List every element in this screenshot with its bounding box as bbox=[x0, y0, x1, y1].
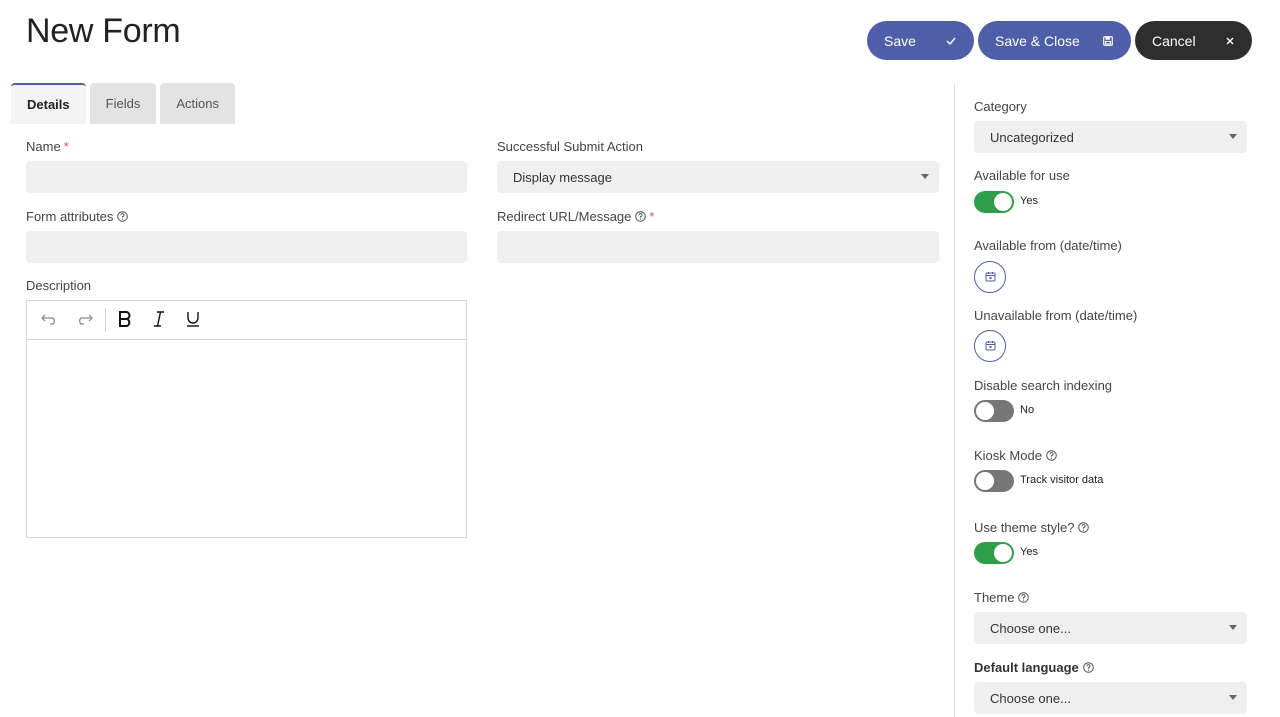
italic-icon bbox=[153, 310, 165, 330]
theme-value: Choose one... bbox=[990, 620, 1071, 636]
default-language-value: Choose one... bbox=[990, 690, 1071, 706]
submit-action-select[interactable]: Display message bbox=[497, 161, 939, 193]
calendar-icon bbox=[985, 339, 996, 354]
check-icon bbox=[946, 37, 956, 45]
floppy-disk-icon bbox=[1103, 35, 1113, 46]
save-button[interactable]: Save bbox=[867, 21, 974, 60]
form-attributes-label-text: Form attributes bbox=[26, 209, 114, 224]
bold-icon bbox=[118, 310, 132, 330]
underline-button[interactable] bbox=[178, 305, 208, 335]
theme-select[interactable]: Choose one... bbox=[974, 612, 1247, 644]
editor-content-area[interactable] bbox=[27, 340, 466, 537]
toggle-knob bbox=[994, 193, 1012, 211]
redirect-label-text: Redirect URL/Message bbox=[497, 209, 632, 224]
theme-style-label-text: Use theme style? bbox=[974, 520, 1075, 535]
kiosk-toggle[interactable] bbox=[974, 470, 1014, 492]
chevron-down-icon bbox=[921, 174, 929, 179]
name-label: Name * bbox=[26, 139, 69, 154]
tab-actions-label: Actions bbox=[176, 96, 219, 111]
italic-button[interactable] bbox=[144, 305, 174, 335]
disable-search-label: Disable search indexing bbox=[974, 378, 1113, 393]
calendar-icon bbox=[985, 270, 996, 285]
unavailable-from-label: Unavailable from (date/time) bbox=[974, 308, 1138, 323]
chevron-down-icon bbox=[1229, 695, 1237, 700]
toggle-knob bbox=[976, 402, 994, 420]
help-icon[interactable] bbox=[1082, 662, 1094, 673]
available-toggle[interactable] bbox=[974, 191, 1014, 213]
save-button-label: Save bbox=[884, 32, 916, 49]
available-state: Yes bbox=[1020, 195, 1038, 207]
help-icon[interactable] bbox=[117, 211, 129, 222]
default-language-select[interactable]: Choose one... bbox=[974, 682, 1247, 714]
chevron-down-icon bbox=[1229, 625, 1237, 630]
submit-action-label: Successful Submit Action bbox=[497, 139, 643, 154]
default-language-label-text: Default language bbox=[974, 660, 1079, 675]
toggle-knob bbox=[976, 472, 994, 490]
bold-button[interactable] bbox=[110, 305, 140, 335]
unavailable-from-calendar-button[interactable] bbox=[974, 330, 1006, 362]
tab-fields-label: Fields bbox=[105, 96, 141, 111]
disable-search-state: No bbox=[1020, 404, 1035, 416]
page-title: New Form bbox=[26, 12, 181, 50]
category-label: Category bbox=[974, 99, 1027, 114]
submit-action-value: Display message bbox=[513, 169, 612, 185]
cancel-button-label: Cancel bbox=[1152, 32, 1196, 49]
undo-button[interactable] bbox=[35, 305, 65, 335]
required-marker: * bbox=[649, 209, 655, 224]
theme-style-label: Use theme style? bbox=[974, 520, 1090, 535]
cancel-button[interactable]: Cancel bbox=[1135, 21, 1252, 60]
help-icon[interactable] bbox=[635, 211, 647, 222]
close-icon bbox=[1226, 37, 1234, 45]
tab-fields[interactable]: Fields bbox=[89, 83, 157, 124]
kiosk-label: Kiosk Mode bbox=[974, 448, 1057, 463]
redirect-input[interactable] bbox=[497, 231, 939, 263]
theme-style-toggle[interactable] bbox=[974, 542, 1014, 564]
save-close-button-label: Save & Close bbox=[995, 32, 1080, 49]
theme-label-text: Theme bbox=[974, 590, 1015, 605]
category-select[interactable]: Uncategorized bbox=[974, 121, 1247, 153]
redo-icon bbox=[75, 313, 93, 328]
kiosk-label-text: Kiosk Mode bbox=[974, 448, 1042, 463]
theme-label: Theme bbox=[974, 590, 1030, 605]
tab-details-label: Details bbox=[27, 97, 70, 112]
category-value: Uncategorized bbox=[990, 129, 1074, 145]
theme-style-state: Yes bbox=[1020, 546, 1038, 558]
toggle-knob bbox=[994, 544, 1012, 562]
description-editor[interactable] bbox=[26, 300, 467, 538]
default-language-label: Default language bbox=[974, 660, 1094, 675]
chevron-down-icon bbox=[1229, 134, 1237, 139]
tab-actions[interactable]: Actions bbox=[160, 83, 235, 124]
form-attributes-label: Form attributes bbox=[26, 209, 129, 224]
tab-details[interactable]: Details bbox=[11, 83, 86, 124]
disable-search-toggle[interactable] bbox=[974, 400, 1014, 422]
available-from-calendar-button[interactable] bbox=[974, 261, 1006, 293]
form-attributes-input[interactable] bbox=[26, 231, 467, 263]
required-marker: * bbox=[63, 139, 69, 154]
available-from-label: Available from (date/time) bbox=[974, 238, 1122, 253]
name-input[interactable] bbox=[26, 161, 467, 193]
help-icon[interactable] bbox=[1078, 522, 1090, 533]
kiosk-state: Track visitor data bbox=[1020, 474, 1104, 486]
undo-icon bbox=[41, 313, 59, 328]
editor-toolbar bbox=[27, 301, 466, 340]
redirect-label: Redirect URL/Message * bbox=[497, 209, 654, 224]
description-label: Description bbox=[26, 278, 92, 293]
available-label: Available for use bbox=[974, 168, 1070, 183]
redo-button[interactable] bbox=[69, 305, 99, 335]
tab-bar: Details Fields Actions bbox=[11, 83, 239, 124]
help-icon[interactable] bbox=[1046, 450, 1057, 461]
name-label-text: Name bbox=[26, 139, 61, 154]
save-close-button[interactable]: Save & Close bbox=[978, 21, 1131, 60]
toolbar-divider bbox=[105, 308, 106, 332]
sidebar-divider bbox=[954, 83, 955, 717]
help-icon[interactable] bbox=[1018, 592, 1030, 603]
underline-icon bbox=[186, 311, 200, 330]
